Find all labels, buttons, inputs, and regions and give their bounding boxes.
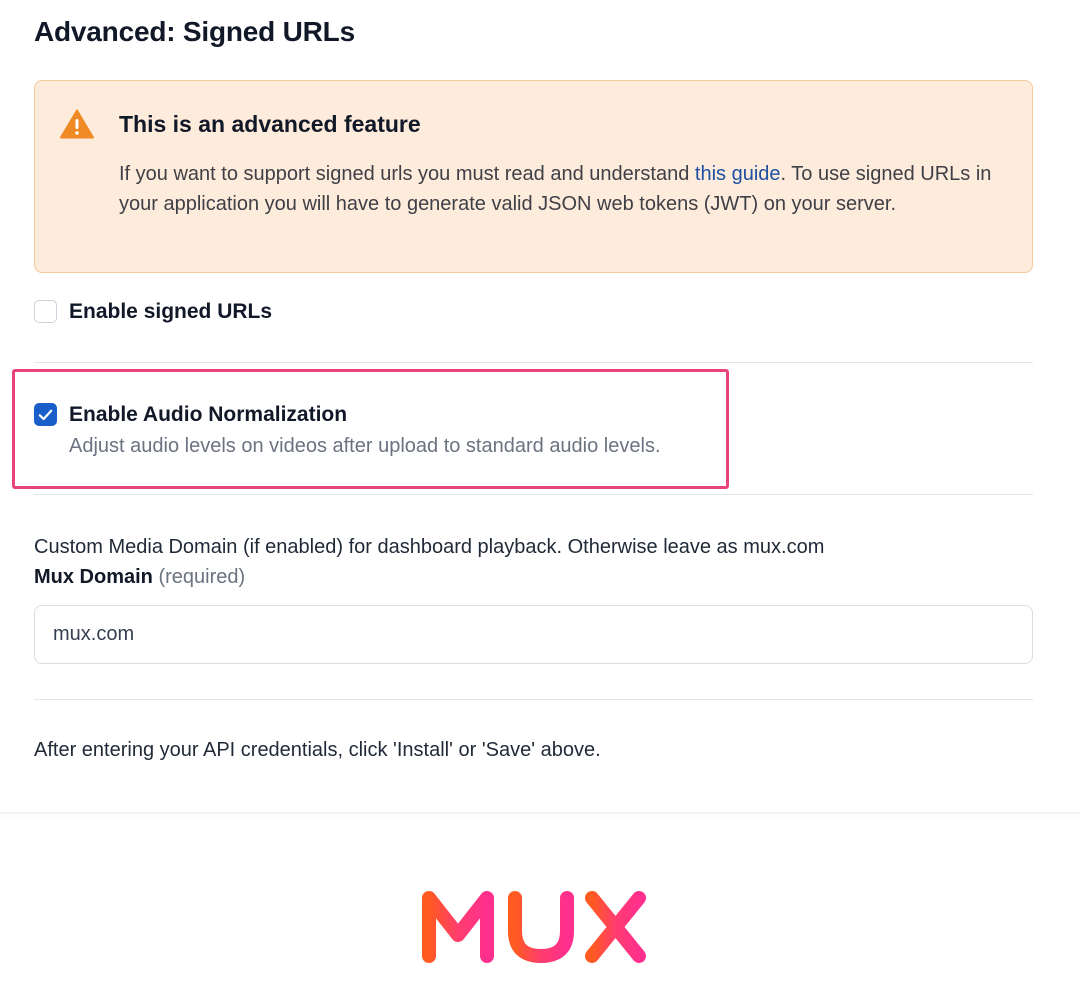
audio-normalization-highlight bbox=[12, 369, 729, 489]
warning-body: If you want to support signed urls you m… bbox=[119, 159, 1009, 219]
credentials-note: After entering your API credentials, cli… bbox=[34, 739, 601, 761]
required-indicator: (required) bbox=[158, 566, 246, 588]
warning-triangle-icon bbox=[60, 109, 94, 139]
divider-domain bbox=[34, 699, 1033, 700]
divider-audio bbox=[34, 494, 1033, 495]
mux-domain-input[interactable] bbox=[34, 605, 1033, 664]
mux-domain-label-text: Mux Domain bbox=[34, 566, 153, 588]
signed-urls-checkbox[interactable] bbox=[34, 300, 57, 323]
signed-urls-label: Enable signed URLs bbox=[69, 300, 273, 323]
section-title: Advanced: Signed URLs bbox=[34, 16, 355, 47]
warning-body-text-start: If you want to support signed urls you m… bbox=[119, 163, 695, 185]
mux-logo bbox=[422, 891, 646, 963]
warning-title: This is an advanced feature bbox=[119, 111, 421, 137]
advanced-warning-callout: This is an advanced feature If you want … bbox=[34, 80, 1033, 273]
mux-domain-label: Mux Domain (required) bbox=[34, 566, 245, 589]
divider-signed-urls bbox=[34, 362, 1033, 363]
domain-help-text: Custom Media Domain (if enabled) for das… bbox=[34, 536, 825, 558]
settings-page: Advanced: Signed URLs This is an advance… bbox=[0, 0, 1080, 1000]
signed-urls-option[interactable]: Enable signed URLs bbox=[34, 299, 272, 325]
guide-link[interactable]: this guide bbox=[695, 163, 781, 185]
